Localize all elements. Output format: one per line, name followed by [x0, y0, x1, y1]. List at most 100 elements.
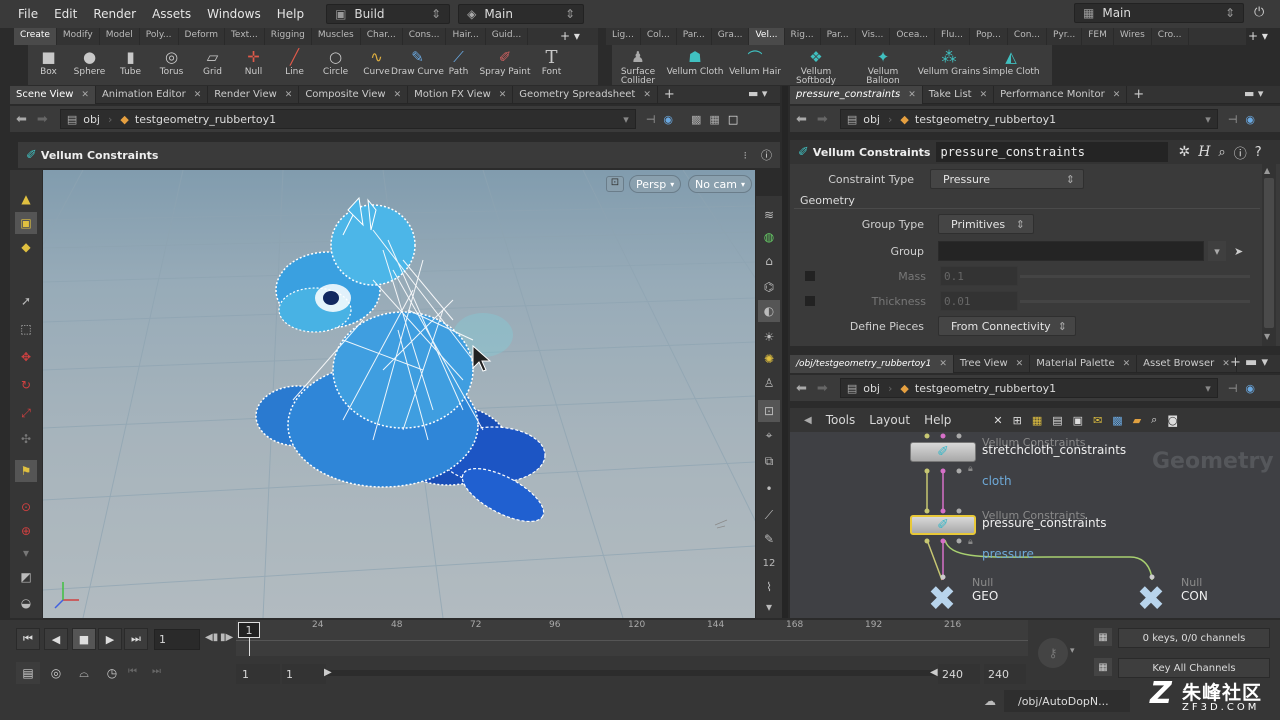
vellum-hair-tool[interactable]: ⌒ Vellum Hair — [726, 45, 784, 85]
chevron-down-icon[interactable]: ▾ — [758, 596, 780, 618]
vellum-cloth-tool[interactable]: ☗ Vellum Cloth — [664, 45, 726, 85]
key-icon[interactable]: ⚷ — [1038, 638, 1068, 668]
shelf-tab[interactable]: Pyr... — [1047, 28, 1083, 45]
path-geo[interactable]: testgeometry_rubbertoy1 — [135, 113, 276, 126]
null-node-icon[interactable]: ✖ — [918, 579, 966, 618]
close-icon[interactable]: ✕ — [1222, 359, 1230, 369]
help-icon[interactable]: ⓘ — [761, 147, 772, 163]
constraint-type-menu[interactable]: Pressure ⇕ — [930, 169, 1084, 189]
close-icon[interactable]: ✕ — [1016, 359, 1024, 369]
chevron-down-icon[interactable]: ▾ — [1070, 646, 1075, 656]
menu-file[interactable]: File — [10, 7, 46, 21]
start-frame2-field[interactable]: 1 — [282, 664, 326, 684]
range-start-handle[interactable]: ▶ — [324, 667, 332, 678]
pose-icon[interactable]: ✣ — [15, 428, 37, 450]
view-tool-icon[interactable]: ⚑ — [15, 460, 37, 482]
group-field[interactable] — [938, 241, 1204, 261]
pencil-icon[interactable]: ✎ — [758, 528, 780, 550]
handle-icon[interactable]: ◆ — [15, 236, 37, 258]
end-frame-field[interactable]: 240 — [938, 664, 980, 684]
param-scrollbar[interactable]: ▲ ▼ — [1262, 164, 1276, 346]
camera-menu[interactable]: No cam ▾ — [688, 175, 752, 193]
shelf-tab[interactable]: Ocea... — [890, 28, 936, 45]
close-icon[interactable]: ✕ — [939, 359, 947, 369]
image-icon[interactable]: ▩ — [1112, 414, 1122, 427]
shelf-tab[interactable]: Guid... — [486, 28, 529, 45]
path-geo[interactable]: testgeometry_rubbertoy1 — [915, 113, 1056, 126]
viewport[interactable]: ⊡ Persp ▾ No cam ▾ — [43, 170, 755, 618]
mass-checkbox[interactable] — [804, 270, 816, 282]
close-icon[interactable]: ✕ — [980, 90, 988, 100]
collapse-icon[interactable]: ◀ — [804, 415, 812, 426]
shelf-tab[interactable]: Rigging — [265, 28, 312, 45]
channels-icon[interactable]: ▦ — [1094, 628, 1112, 646]
back-arrow-icon[interactable]: ⬅ — [16, 112, 27, 127]
clock-icon[interactable]: ◷ — [100, 662, 124, 684]
shelf-tab[interactable]: Cons... — [403, 28, 447, 45]
vellum-softbody-tool[interactable]: ❖ Vellum Softbody — [784, 45, 848, 86]
next-key-icon[interactable]: ⏭ — [152, 666, 161, 677]
shelf-tab[interactable]: Par... — [821, 28, 856, 45]
forward-arrow-icon[interactable]: ➡ — [817, 381, 828, 396]
path-tool[interactable]: ⟋ Path — [438, 45, 479, 85]
shaded-icon[interactable]: ◐ — [758, 300, 780, 322]
cache-icon[interactable]: ▤ — [16, 662, 40, 684]
menu-render[interactable]: Render — [85, 7, 144, 21]
scroll-down-icon[interactable]: ▼ — [1264, 332, 1270, 341]
brush-icon[interactable]: ◩ — [15, 566, 37, 588]
network-editor[interactable]: Geometry Vellum Constraints ✐ stretchclo… — [790, 432, 1280, 618]
tab-performance-monitor[interactable]: Performance Monitor ✕ — [994, 85, 1128, 104]
scale-icon[interactable]: ⤢ — [15, 402, 37, 424]
end-frame2-field[interactable]: 240 — [984, 664, 1026, 684]
line-tool[interactable]: ╱ Line — [274, 45, 315, 85]
circle-tool[interactable]: ○ Circle — [315, 45, 356, 85]
back-arrow-icon[interactable]: ⬅ — [796, 381, 807, 396]
lock-icon[interactable]: ⌂ — [758, 250, 780, 272]
tab-scene-view[interactable]: Scene View ✕ — [10, 85, 96, 104]
blank-icon[interactable]: □ — [728, 113, 738, 126]
gear-icon[interactable]: ✲ — [1178, 144, 1190, 160]
box-tool[interactable]: ■ Box — [28, 45, 69, 85]
shelf-tab[interactable]: Vis... — [856, 28, 891, 45]
display-options-icon[interactable]: ≋ — [758, 204, 780, 226]
play-reverse-icon[interactable]: ◀ — [44, 628, 68, 650]
path-obj[interactable]: obj — [83, 113, 100, 126]
close-icon[interactable]: ✕ — [394, 90, 402, 100]
viewport-path-field[interactable]: ▤ obj › ◆ testgeometry_rubbertoy1 ▾ — [59, 109, 636, 129]
close-icon[interactable]: ✕ — [1123, 359, 1131, 369]
layout-icon[interactable]: ▣ — [1073, 414, 1083, 427]
spray-icon[interactable]: ⌇ — [758, 576, 780, 598]
shelf-tab[interactable]: Con... — [1008, 28, 1047, 45]
thickness-field[interactable]: 0.01 — [940, 291, 1018, 311]
menu-edit[interactable]: Edit — [46, 7, 85, 21]
maximize-icon[interactable]: ▬ ▾ — [1244, 87, 1263, 100]
node-pressure-constraints[interactable]: Vellum Constraints ✐ pressure_constraint… — [910, 509, 1107, 561]
forward-arrow-icon[interactable]: ➡ — [37, 112, 48, 127]
node-body[interactable]: ✐ — [910, 442, 976, 462]
node-name-field[interactable]: pressure_constraints — [936, 142, 1169, 162]
menu-help[interactable]: Help — [269, 7, 312, 21]
tab-render-view[interactable]: Render View ✕ — [208, 85, 300, 104]
shelf-tab[interactable]: Vel... — [749, 28, 785, 45]
search-icon[interactable]: ⌕ — [1218, 145, 1225, 160]
shelf-tab[interactable]: Par... — [677, 28, 712, 45]
shelf-tab[interactable]: Muscles — [312, 28, 361, 45]
node-body[interactable]: ✐ — [910, 515, 976, 535]
keys-status[interactable]: 0 keys, 0/0 channels — [1118, 628, 1270, 648]
frame-icon[interactable]: ⧉ — [758, 450, 780, 472]
search-icon[interactable]: ⌕ — [1151, 413, 1157, 427]
render-region-icon[interactable]: ⌖ — [758, 424, 780, 446]
tab-asset-browser[interactable]: Asset Browser ✕ — [1137, 354, 1237, 373]
snap-icon[interactable]: ⊕ — [15, 520, 37, 542]
edit-icon[interactable]: ▣ — [15, 212, 37, 234]
add-tab-icon[interactable]: + — [1127, 86, 1150, 104]
snapshot-icon[interactable]: ⊡ — [758, 400, 780, 422]
close-icon[interactable]: ✕ — [81, 90, 89, 100]
range-end-handle[interactable]: ◀ — [930, 667, 938, 678]
power-icon[interactable]: ⏻ — [1254, 5, 1264, 20]
help-icon[interactable]: ? — [1255, 145, 1262, 160]
chevron-down-icon[interactable]: ▾ — [15, 542, 37, 564]
link-icon[interactable]: ◉ — [1245, 113, 1255, 126]
curve-tool[interactable]: ∿ Curve — [356, 45, 397, 85]
node-stretchcloth-constraints[interactable]: Vellum Constraints ✐ stretchcloth_constr… — [910, 436, 1126, 488]
